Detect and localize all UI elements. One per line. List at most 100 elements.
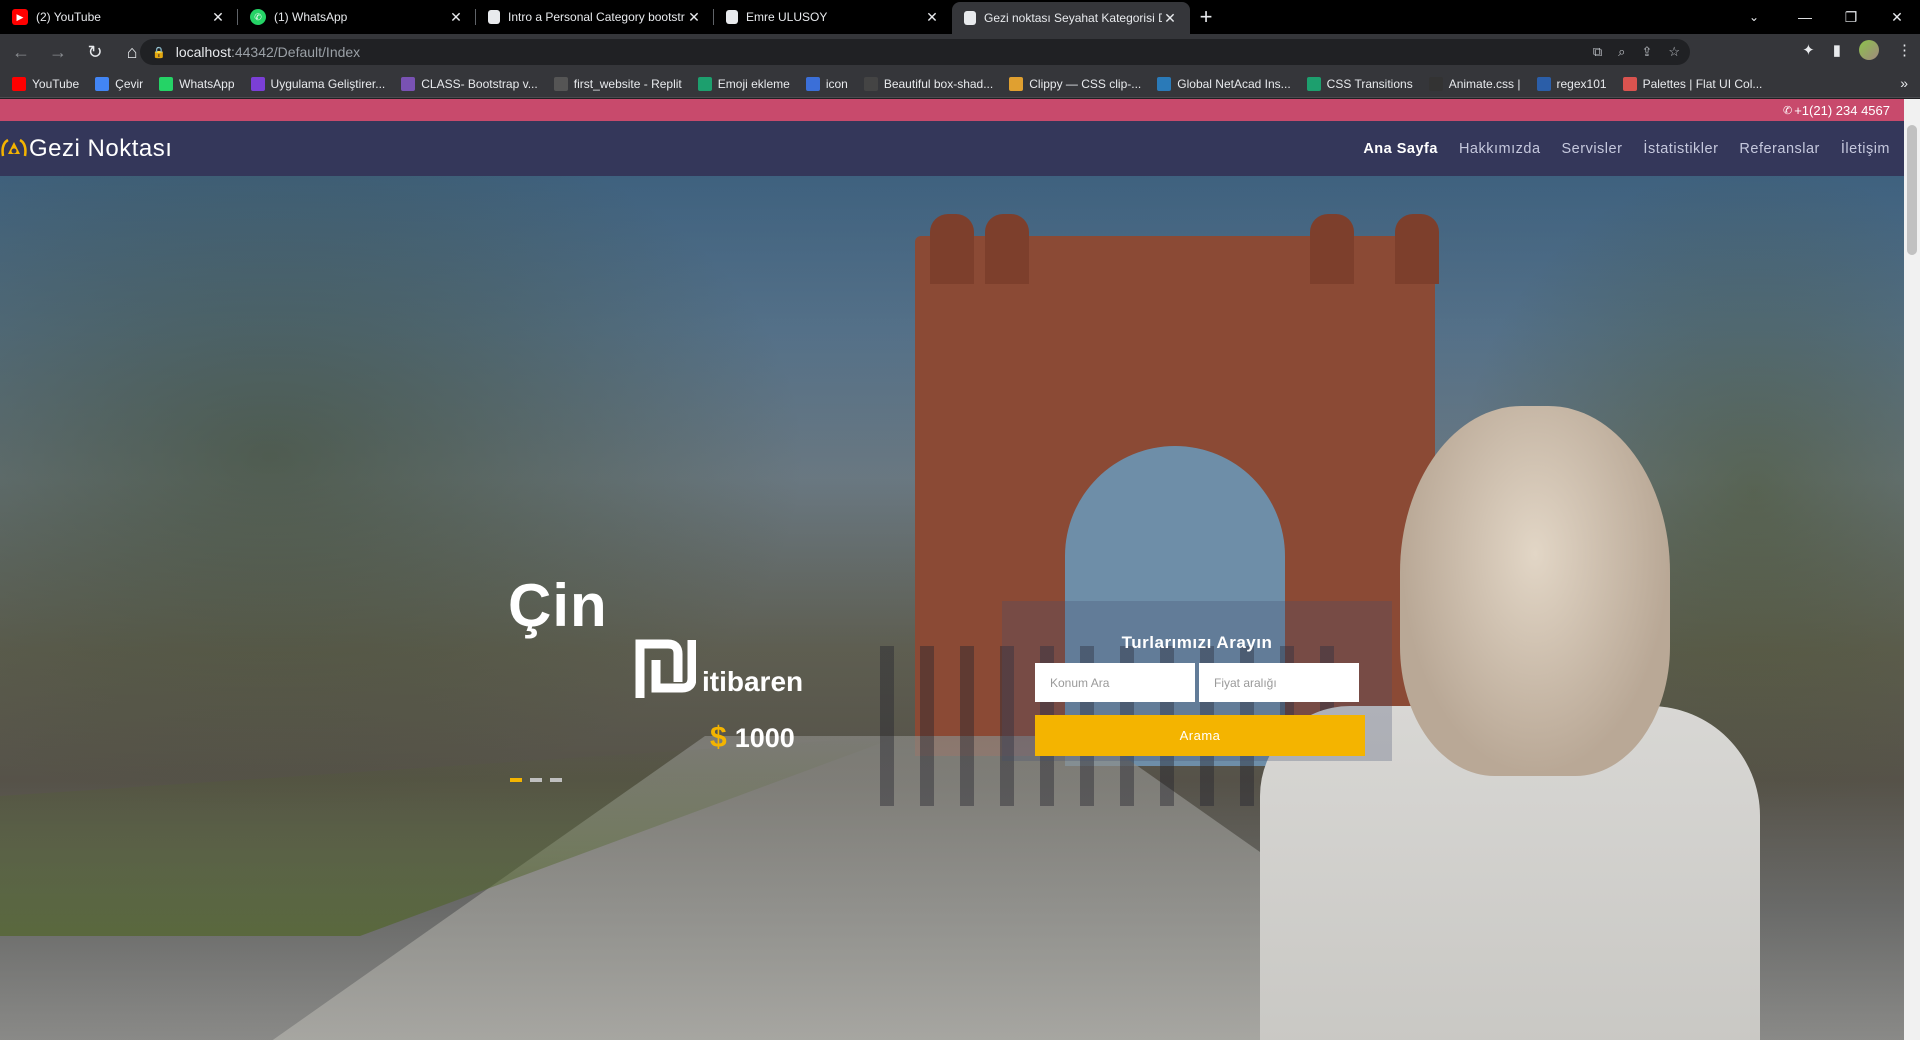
menu-item-referanslar[interactable]: Referanslar [1739, 141, 1819, 157]
bookmark-label: Emoji ekleme [717, 76, 790, 91]
bookmark-item[interactable]: first_website - Replit [553, 76, 682, 91]
bookmark-favicon-icon [805, 76, 820, 91]
phone-number: +1(21) 234 4567 [1794, 102, 1890, 118]
close-icon[interactable]: ✕ [210, 9, 226, 26]
menu-item-iletisim[interactable]: İletişim [1841, 141, 1890, 157]
url-text: localhost:44342/Default/Index [175, 44, 361, 60]
whatsapp-icon: ✆ [250, 9, 266, 25]
brand-logo-icon [1, 138, 27, 156]
new-tab-button[interactable]: + [1190, 0, 1222, 34]
hero-carousel: Çin itibaren $ 1000 Turlarımızı Arayın A… [0, 176, 1904, 1040]
browser-toolbar: ← → ↻ ⌂ 🔒 localhost:44342/Default/Index … [0, 34, 1920, 70]
browser-tab[interactable]: ▶ (2) YouTube ✕ [0, 0, 238, 34]
bookmark-item[interactable]: Çevir [95, 76, 144, 91]
profile-avatar[interactable] [1859, 40, 1879, 60]
youtube-icon: ▶ [12, 9, 28, 25]
browser-tab-active[interactable]: Gezi noktası Seyahat Kategorisi D ✕ [952, 2, 1190, 34]
tab-title: (1) WhatsApp [274, 10, 348, 24]
bookmark-item[interactable]: Beautiful box-shad... [863, 76, 994, 91]
bookmark-label: Animate.css | [1448, 76, 1521, 91]
main-menu: Ana Sayfa Hakkımızda Servisler İstatisti… [1363, 121, 1890, 176]
close-icon[interactable]: ✕ [1162, 10, 1178, 27]
bookmark-star-icon[interactable]: ☆ [1668, 44, 1680, 60]
carousel-indicator[interactable] [510, 778, 522, 782]
bookmark-favicon-icon [1306, 76, 1321, 91]
address-bar[interactable]: 🔒 localhost:44342/Default/Index ⧉ ⌕ ⇪ ☆ [140, 39, 1690, 65]
bookmark-item[interactable]: regex101 [1536, 76, 1607, 91]
shekel-icon [635, 639, 696, 698]
bookmark-favicon-icon [1009, 76, 1024, 91]
scrollbar-thumb[interactable] [1907, 125, 1917, 255]
lock-icon[interactable]: 🔒 [152, 46, 166, 59]
brand-name: Gezi Noktası [29, 134, 173, 162]
forward-icon[interactable]: → [42, 36, 74, 68]
bookmark-item[interactable]: CLASS- Bootstrap v... [401, 76, 538, 91]
contact-topbar: ✆ +1(21) 234 4567 [0, 99, 1904, 121]
location-search-input[interactable] [1035, 663, 1195, 702]
bookmark-favicon-icon [1622, 76, 1637, 91]
browser-tab[interactable]: Emre ULUSOY ✕ [714, 0, 952, 34]
bookmark-item[interactable]: Animate.css | [1428, 76, 1521, 91]
search-button[interactable]: Arama [1035, 715, 1365, 756]
tab-title: Intro a Personal Category bootstr [508, 10, 685, 24]
menu-item-hakkimizda[interactable]: Hakkımızda [1459, 141, 1541, 157]
bookmark-item[interactable]: Clippy — CSS clip-... [1009, 76, 1142, 91]
bookmark-label: Uygulama Geliştirer... [270, 76, 386, 91]
menu-item-ana-sayfa[interactable]: Ana Sayfa [1363, 141, 1438, 157]
zoom-icon[interactable]: ⌕ [1618, 44, 1625, 60]
bookmark-favicon-icon [1428, 76, 1443, 91]
bookmark-favicon-icon [553, 76, 568, 91]
window-controls: — ❐ ✕ [1782, 0, 1920, 34]
bookmark-item[interactable]: Palettes | Flat UI Col... [1622, 76, 1763, 91]
bookmark-label: Clippy — CSS clip-... [1029, 76, 1142, 91]
brand-link[interactable]: Gezi Noktası [0, 135, 172, 163]
page-scrollbar[interactable] [1904, 99, 1920, 1040]
search-title: Turlarımızı Arayın [1121, 633, 1273, 652]
phone-icon: ✆ [1783, 104, 1793, 117]
bookmark-item[interactable]: icon [805, 76, 848, 91]
bookmark-item[interactable]: Emoji ekleme [697, 76, 790, 91]
bookmark-label: Çevir [115, 76, 144, 91]
bookmark-item[interactable]: CSS Transitions [1306, 76, 1413, 91]
bookmark-favicon-icon [697, 76, 712, 91]
bookmark-label: Beautiful box-shad... [883, 76, 994, 91]
translate-icon[interactable]: ⧉ [1593, 44, 1602, 60]
bookmark-item[interactable]: Uygulama Geliştirer... [250, 76, 386, 91]
side-panel-icon[interactable]: ▮ [1833, 41, 1841, 59]
bookmark-label: Palettes | Flat UI Col... [1642, 76, 1763, 91]
back-icon[interactable]: ← [5, 36, 37, 68]
bookmark-item[interactable]: YouTube [12, 76, 79, 91]
tab-search-icon[interactable]: ⌄ [1738, 0, 1770, 34]
menu-item-istatistikler[interactable]: İstatistikler [1643, 141, 1718, 157]
menu-icon[interactable]: ⋮ [1897, 41, 1912, 59]
currency-symbol: $ [710, 721, 727, 754]
extensions-icon[interactable]: ✦ [1802, 41, 1815, 59]
menu-item-servisler[interactable]: Servisler [1562, 141, 1623, 157]
bookmark-label: regex101 [1556, 76, 1607, 91]
close-icon[interactable]: ✕ [448, 9, 464, 26]
bookmark-item[interactable]: Global NetAcad Ins... [1157, 76, 1291, 91]
page-icon [488, 10, 500, 24]
browser-tab[interactable]: ✆ (1) WhatsApp ✕ [238, 0, 476, 34]
tab-title: Emre ULUSOY [746, 10, 828, 24]
web-page: ✆ +1(21) 234 4567 Gezi Noktası Ana Sayfa… [0, 99, 1904, 1040]
bookmark-label: icon [825, 76, 848, 91]
close-icon[interactable]: ✕ [924, 9, 940, 26]
browser-tab[interactable]: Intro a Personal Category bootstr ✕ [476, 0, 714, 34]
tab-title: (2) YouTube [36, 10, 101, 24]
reload-icon[interactable]: ↻ [79, 36, 111, 68]
restore-icon[interactable]: ❐ [1828, 0, 1874, 34]
browser-tab-strip: ▶ (2) YouTube ✕ ✆ (1) WhatsApp ✕ Intro a… [0, 0, 1920, 34]
share-icon[interactable]: ⇪ [1641, 44, 1652, 60]
bookmarks-overflow-icon[interactable]: » [1900, 75, 1908, 91]
price-range-input[interactable] [1199, 663, 1359, 702]
bookmark-favicon-icon [95, 76, 110, 91]
bookmark-favicon-icon [159, 76, 174, 91]
close-window-icon[interactable]: ✕ [1874, 0, 1920, 34]
minimize-icon[interactable]: — [1782, 0, 1828, 34]
carousel-indicator[interactable] [550, 778, 562, 782]
close-icon[interactable]: ✕ [686, 9, 702, 26]
carousel-indicator[interactable] [530, 778, 542, 782]
bookmark-item[interactable]: WhatsApp [159, 76, 235, 91]
bookmark-favicon-icon [1536, 76, 1551, 91]
